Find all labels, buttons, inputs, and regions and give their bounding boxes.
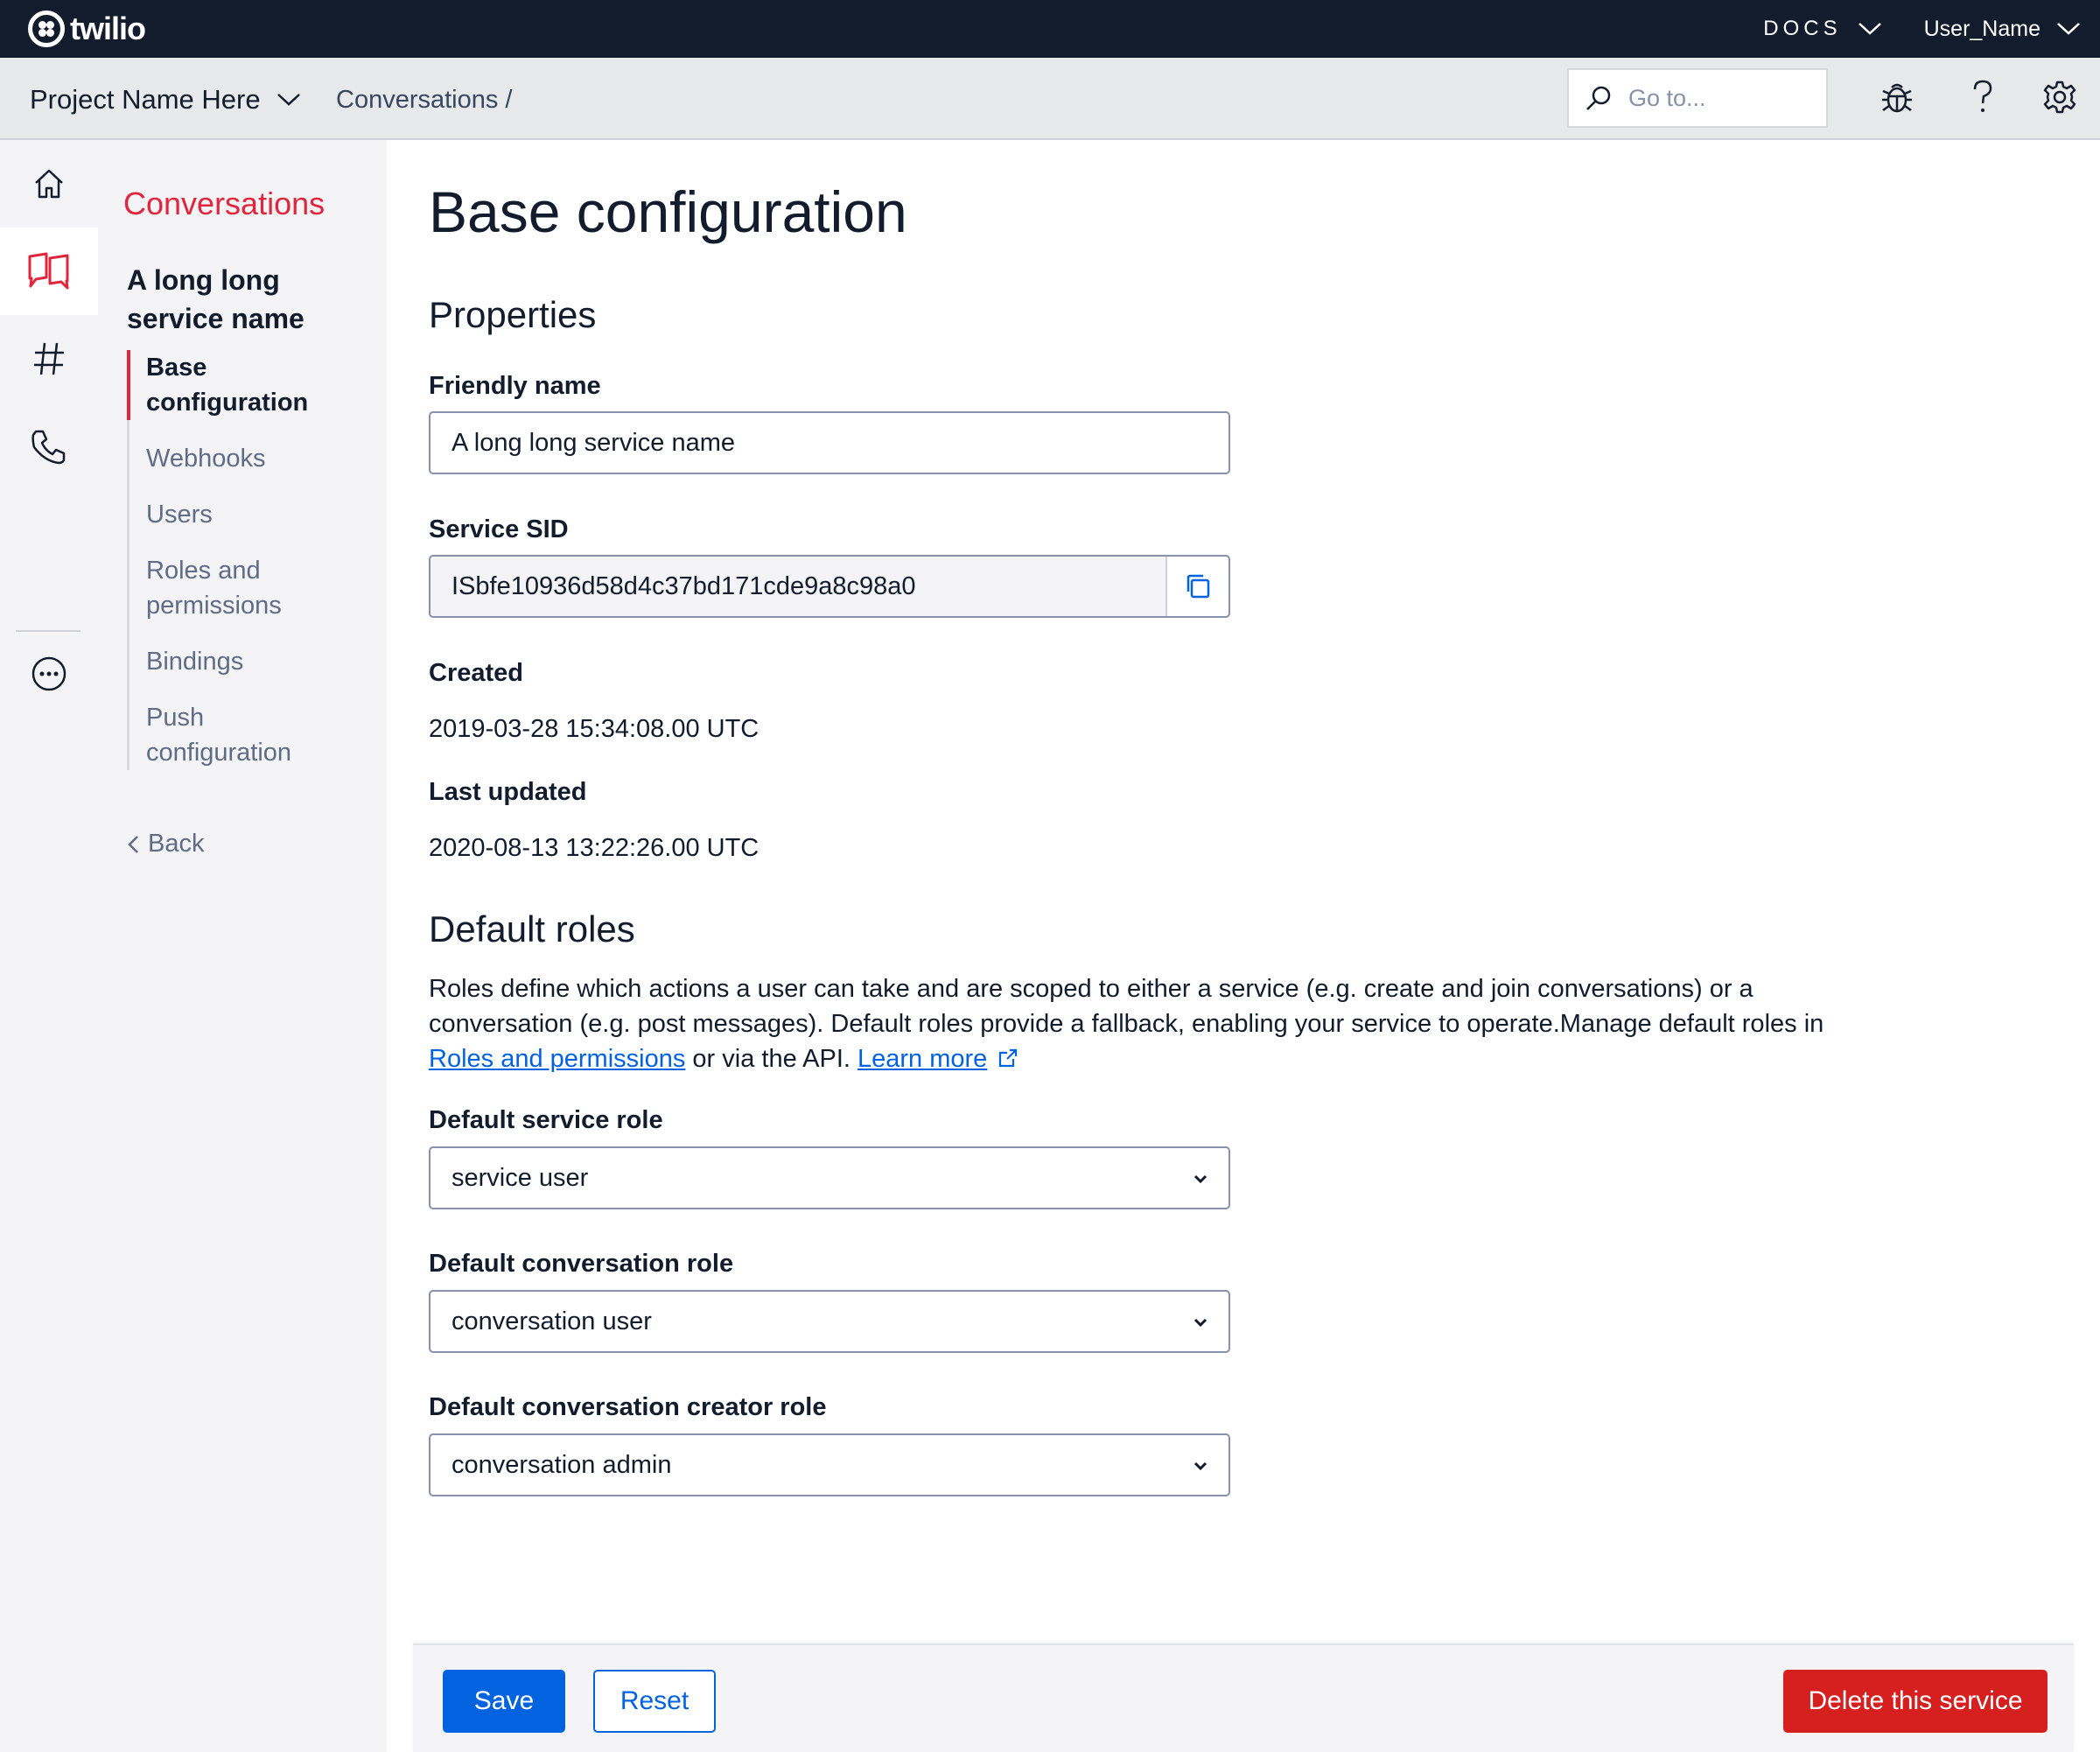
project-selector[interactable]: Project Name Here <box>30 84 301 116</box>
created-value: 2019-03-28 15:34:08.00 UTC <box>429 715 760 743</box>
main-content: Base configuration Properties Friendly n… <box>387 140 2100 1752</box>
chevron-down-icon <box>1194 1318 1208 1328</box>
rail-item-channels[interactable] <box>0 315 98 403</box>
sidebar-item-users[interactable]: Users <box>130 497 354 532</box>
conversations-icon <box>28 252 69 290</box>
chevron-down-icon <box>1194 1174 1208 1184</box>
chevron-down-icon <box>1194 1461 1208 1471</box>
default-service-role-select[interactable]: service user <box>429 1146 1230 1209</box>
friendly-name-label: Friendly name <box>429 372 601 400</box>
page-title: Base configuration <box>429 179 907 244</box>
sidebar-item-base-configuration[interactable]: Base configuration <box>127 350 354 420</box>
copy-icon <box>1186 574 1210 599</box>
reset-button[interactable]: Reset <box>593 1670 716 1733</box>
sidebar-service-name: A long long service name <box>127 264 304 334</box>
sidebar-item-roles-and-permissions[interactable]: Roles and permissions <box>130 553 354 623</box>
learn-more-link[interactable]: Learn more <box>858 1045 987 1073</box>
chevron-down-icon <box>276 94 300 106</box>
logo-text: twilio <box>70 11 146 46</box>
twilio-logo[interactable]: twilio <box>28 11 146 47</box>
friendly-name-value: A long long service name <box>452 428 736 457</box>
search-icon <box>1586 86 1611 110</box>
docs-menu[interactable]: DOCS <box>1763 17 1881 41</box>
sidebar-item-bindings[interactable]: Bindings <box>130 644 354 679</box>
roles-and-permissions-link[interactable]: Roles and permissions <box>429 1045 685 1073</box>
phone-icon <box>32 430 66 465</box>
form-action-bar: Save Reset Delete this service <box>413 1643 2074 1752</box>
project-bar: Project Name Here Conversations / Go to.… <box>0 58 2100 140</box>
friendly-name-input[interactable]: A long long service name <box>429 411 1230 474</box>
search-placeholder: Go to... <box>1628 84 1706 111</box>
project-name: Project Name Here <box>30 84 261 115</box>
user-menu[interactable]: User_Name <box>1924 17 2081 42</box>
sidebar-item-webhooks[interactable]: Webhooks <box>130 441 354 476</box>
last-updated-label: Last updated <box>429 778 587 806</box>
default-service-role-label: Default service role <box>429 1106 663 1134</box>
back-label: Back <box>148 830 205 858</box>
rail-item-home[interactable] <box>0 140 98 228</box>
delete-service-button[interactable]: Delete this service <box>1783 1670 2048 1733</box>
default-creator-role-select[interactable]: conversation admin <box>429 1433 1230 1496</box>
default-creator-role-label: Default conversation creator role <box>429 1393 827 1421</box>
properties-heading: Properties <box>429 294 597 335</box>
default-creator-role-value: conversation admin <box>452 1450 672 1479</box>
chevron-down-icon <box>2057 23 2080 35</box>
created-label: Created <box>429 659 523 687</box>
hash-icon <box>34 342 64 375</box>
last-updated-value: 2020-08-13 13:22:26.00 UTC <box>429 834 760 862</box>
home-icon <box>35 169 63 199</box>
user-name: User_Name <box>1923 16 2040 41</box>
default-roles-description: Roles define which actions a user can ta… <box>429 971 1829 1076</box>
external-link-icon <box>999 1048 1018 1068</box>
service-sid-field[interactable]: ISbfe10936d58d4c37bd171cde9a8c98a0 <box>429 555 1230 618</box>
more-icon <box>32 656 66 691</box>
chevron-left-icon <box>128 835 138 853</box>
top-navigation-bar: twilio DOCS User_Name <box>0 0 2100 58</box>
roles-text-1: Roles define which actions a user can ta… <box>429 975 1824 1038</box>
roles-text-2: or via the API. <box>685 1045 858 1073</box>
help-icon[interactable] <box>1970 79 1995 116</box>
docs-label: DOCS <box>1763 17 1842 40</box>
debugger-icon[interactable] <box>1880 79 1914 116</box>
copy-button[interactable] <box>1166 557 1228 616</box>
sidebar-menu: Base configuration Webhooks Users Roles … <box>127 350 354 770</box>
breadcrumb[interactable]: Conversations / <box>336 86 513 115</box>
settings-gear-icon[interactable] <box>2042 79 2077 116</box>
sidebar-product-title[interactable]: Conversations <box>123 186 325 222</box>
twilio-logo-icon <box>28 11 65 47</box>
rail-item-more[interactable] <box>0 630 98 718</box>
save-button[interactable]: Save <box>443 1670 565 1733</box>
product-rail <box>0 140 98 1752</box>
service-sid-label: Service SID <box>429 515 569 543</box>
goto-search-input[interactable]: Go to... <box>1567 68 1828 128</box>
rail-item-voice[interactable] <box>0 403 98 490</box>
default-conversation-role-value: conversation user <box>452 1307 652 1335</box>
service-sidebar: Conversations A long long service name B… <box>98 140 387 1752</box>
default-roles-heading: Default roles <box>429 908 635 950</box>
default-service-role-value: service user <box>452 1163 589 1192</box>
rail-item-conversations[interactable] <box>0 228 98 315</box>
sidebar-item-push-configuration[interactable]: Push configuration <box>130 700 354 770</box>
back-link[interactable]: Back <box>127 830 204 858</box>
default-conversation-role-select[interactable]: conversation user <box>429 1290 1230 1353</box>
default-conversation-role-label: Default conversation role <box>429 1250 734 1278</box>
service-sid-value: ISbfe10936d58d4c37bd171cde9a8c98a0 <box>452 571 916 600</box>
chevron-down-icon <box>1858 23 1881 35</box>
